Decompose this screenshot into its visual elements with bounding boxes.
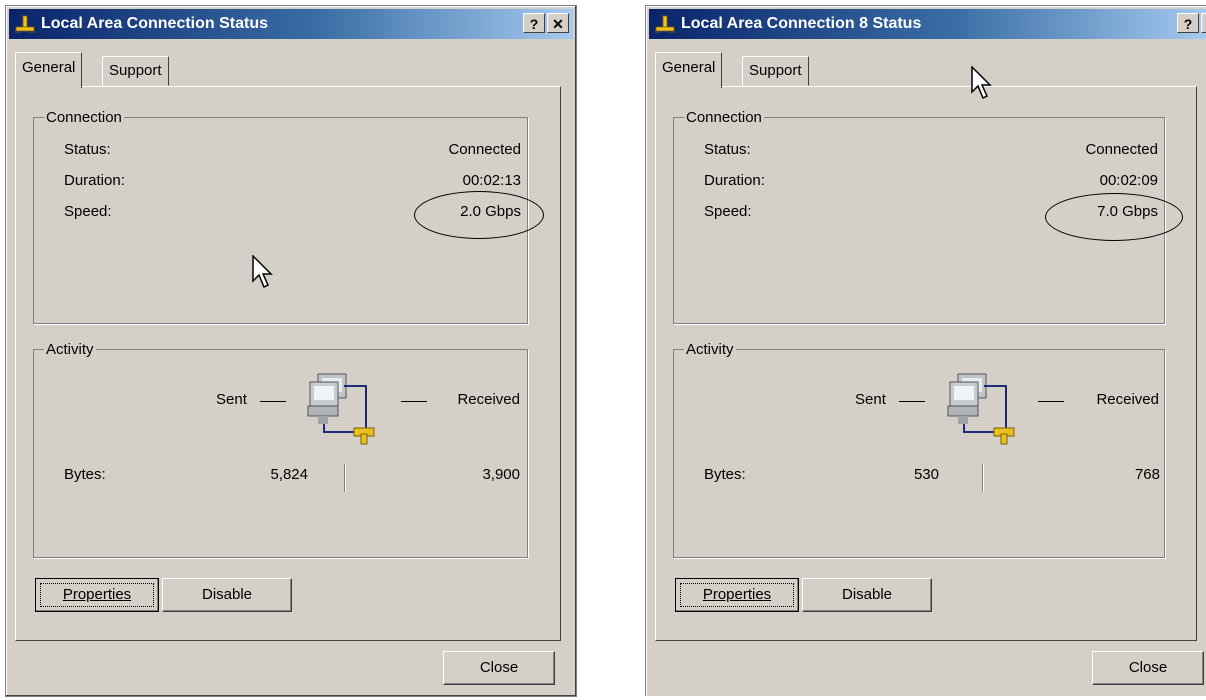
duration-value: 00:02:09 [1099,172,1158,189]
status-value: Connected [448,141,521,158]
mouse-pointer-icon [971,66,992,100]
close-label: Close [479,659,519,676]
focus-rectangle [40,583,154,607]
status-label: Status: [704,141,751,158]
speed-highlight-ellipse [414,191,544,239]
bytes-received-value: 768 [1134,466,1160,483]
dialog-title: Local Area Connection 8 Status [681,15,922,32]
bytes-sent-value: 5,824 [270,466,308,483]
received-label: Received [457,391,520,408]
sent-label: Sent [216,391,247,408]
mouse-pointer-icon [252,255,273,289]
received-label: Received [1096,391,1159,408]
duration-label: Duration: [64,172,125,189]
connection-status-dialog: Local Area Connection Status ? ✕ General… [5,5,577,697]
received-line [1038,401,1064,402]
network-connection-icon [15,15,35,33]
received-line [401,401,427,402]
duration-value: 00:02:13 [462,172,521,189]
tab-support[interactable]: Support [742,56,809,86]
network-connection-icon [655,15,675,33]
bytes-separator [344,464,345,492]
sent-line [260,401,286,402]
tab-general[interactable]: General [655,52,723,88]
connection-8-status-dialog: Local Area Connection 8 Status ? ✕ Gener… [645,5,1206,696]
duration-label: Duration: [704,172,765,189]
speed-highlight-ellipse [1045,193,1183,241]
help-button[interactable]: ? [1177,13,1199,33]
disable-button[interactable]: Disable [802,578,932,612]
status-label: Status: [64,141,111,158]
title-bar[interactable]: Local Area Connection 8 Status ? ✕ [649,9,1206,39]
properties-button[interactable]: Properties [675,578,799,612]
speed-label: Speed: [704,203,752,220]
disable-label: Disable [201,586,253,603]
dialog-title: Local Area Connection Status [41,15,268,32]
connection-legend: Connection [46,109,122,126]
sent-line [899,401,925,402]
tab-general[interactable]: General [15,52,83,88]
tab-support[interactable]: Support [102,56,169,86]
status-value: Connected [1085,141,1158,158]
help-button[interactable]: ? [523,13,545,33]
network-computers-icon [307,373,375,445]
close-label: Close [1128,659,1168,676]
bytes-received-value: 3,900 [482,466,520,483]
activity-group: Activity [33,341,528,558]
close-window-button[interactable]: ✕ [547,13,569,33]
bytes-label: Bytes: [704,466,746,483]
network-computers-icon [947,373,1015,445]
title-bar[interactable]: Local Area Connection Status ? ✕ [9,9,573,39]
disable-button[interactable]: Disable [162,578,292,612]
properties-button[interactable]: Properties [35,578,159,612]
sent-label: Sent [855,391,886,408]
connection-legend: Connection [686,109,762,126]
speed-label: Speed: [64,203,112,220]
bytes-sent-value: 530 [913,466,939,483]
activity-legend: Activity [686,341,734,358]
focus-rectangle [680,583,794,607]
activity-group: Activity [673,341,1165,558]
disable-label: Disable [841,586,893,603]
bytes-separator [982,464,983,492]
close-button[interactable]: Close [1092,651,1204,685]
bytes-label: Bytes: [64,466,106,483]
close-button[interactable]: Close [443,651,555,685]
activity-legend: Activity [46,341,94,358]
close-window-button[interactable]: ✕ [1201,13,1206,33]
